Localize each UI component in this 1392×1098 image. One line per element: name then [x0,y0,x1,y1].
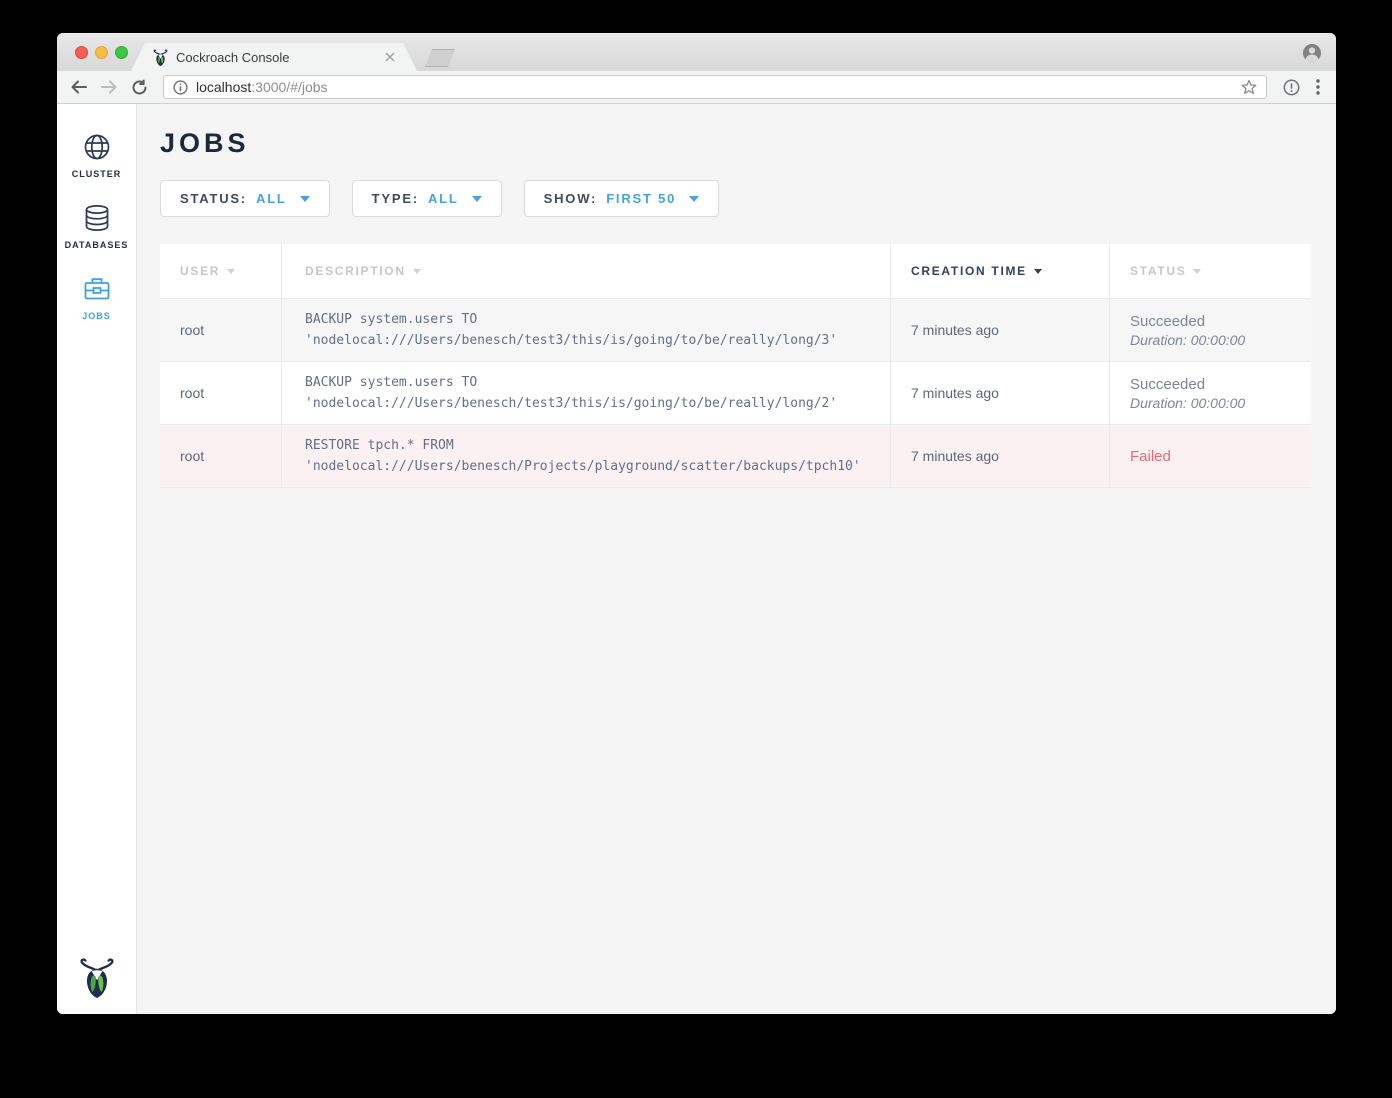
cell-creation-time: 7 minutes ago [891,425,1110,487]
browser-toolbar: localhost:3000/#/jobs [57,71,1336,104]
browser-window: Cockroach Console loc [57,33,1336,1014]
new-tab-button[interactable] [425,49,455,67]
description-line: 'nodelocal:///Users/benesch/Projects/pla… [305,456,876,477]
cell-creation-time: 7 minutes ago [891,299,1110,361]
chevron-down-icon [300,196,310,202]
extension-alert-icon[interactable] [1283,79,1300,96]
tab-title: Cockroach Console [176,50,385,65]
status-filter-dropdown[interactable]: STATUS: ALL [160,180,330,217]
column-header-status[interactable]: STATUS [1110,244,1311,298]
reload-button[interactable] [129,77,149,97]
type-filter-dropdown[interactable]: TYPE: ALL [352,180,502,217]
filter-value: ALL [428,191,459,206]
forward-button[interactable] [99,77,119,97]
description-line: 'nodelocal:///Users/benesch/test3/this/i… [305,393,876,414]
profile-avatar-icon[interactable] [1302,43,1322,63]
status-text: Succeeded [1130,313,1297,330]
filter-bar: STATUS: ALL TYPE: ALL SHOW: FIRST 50 [160,180,1311,217]
browser-menu-icon[interactable] [1316,79,1320,95]
filter-value: ALL [256,191,287,206]
filter-label: SHOW: [544,191,598,206]
cell-user: root [160,299,282,361]
browser-titlebar: Cockroach Console [57,33,1336,71]
sort-arrow-icon [1034,269,1042,274]
status-text: Succeeded [1130,376,1297,393]
description-line: RESTORE tpch.* FROM [305,435,876,456]
cell-creation-time: 7 minutes ago [891,362,1110,424]
table-row: root RESTORE tpch.* FROM 'nodelocal:///U… [160,425,1311,488]
column-header-label: DESCRIPTION [305,264,406,278]
filter-label: TYPE: [372,191,419,206]
zoom-window-button[interactable] [115,46,128,59]
main-content: JOBS STATUS: ALL TYPE: ALL SHOW: FIRST 5… [137,104,1336,1014]
sort-arrow-icon [1193,269,1201,274]
minimize-window-button[interactable] [95,46,108,59]
cell-description: BACKUP system.users TO 'nodelocal:///Use… [282,362,891,424]
url-text[interactable]: localhost:3000/#/jobs [196,79,1233,95]
column-header-label: USER [180,264,220,278]
description-line: 'nodelocal:///Users/benesch/test3/this/i… [305,330,876,351]
sort-arrow-icon [227,269,235,274]
sidebar-item-label: DATABASES [65,240,129,250]
url-host: localhost [196,79,251,95]
cell-description: BACKUP system.users TO 'nodelocal:///Use… [282,299,891,361]
cell-user: root [160,362,282,424]
browser-tab[interactable]: Cockroach Console [131,43,417,71]
sidebar-item-label: CLUSTER [72,169,122,179]
cell-status: Succeeded Duration: 00:00:00 [1110,362,1311,424]
back-button[interactable] [69,77,89,97]
cell-description: RESTORE tpch.* FROM 'nodelocal:///Users/… [282,425,891,487]
bookmark-star-icon[interactable] [1241,79,1257,95]
filter-value: FIRST 50 [606,191,676,206]
briefcase-icon [82,274,112,304]
sidebar-item-databases[interactable]: DATABASES [57,193,136,264]
column-header-label: STATUS [1130,264,1186,278]
url-path: :3000/#/jobs [251,79,327,95]
page-content: CLUSTER DATABASES [57,104,1336,1014]
chevron-down-icon [472,196,482,202]
toolbar-right [1277,79,1324,96]
filter-label: STATUS: [180,191,247,206]
sidebar-nav: CLUSTER DATABASES [57,104,137,1014]
page-title: JOBS [160,128,1311,159]
globe-icon [82,132,112,162]
table-header-row: USER DESCRIPTION CREATION TIME STATUS [160,244,1311,299]
cell-status: Succeeded Duration: 00:00:00 [1110,299,1311,361]
sidebar-item-jobs[interactable]: JOBS [57,264,136,335]
description-line: BACKUP system.users TO [305,372,876,393]
status-text: Failed [1130,448,1297,465]
window-controls [75,46,128,59]
url-bar[interactable]: localhost:3000/#/jobs [163,75,1267,99]
column-header-user[interactable]: USER [160,244,282,298]
cell-user: root [160,425,282,487]
sidebar-item-cluster[interactable]: CLUSTER [57,122,136,193]
column-header-label: CREATION TIME [911,264,1027,278]
cockroach-logo-icon [79,957,115,998]
status-duration: Duration: 00:00:00 [1130,332,1297,348]
column-header-description[interactable]: DESCRIPTION [282,244,891,298]
table-row: root BACKUP system.users TO 'nodelocal:/… [160,362,1311,425]
sidebar-item-label: JOBS [82,311,111,321]
database-icon [82,203,112,233]
jobs-table: USER DESCRIPTION CREATION TIME STATUS ro… [160,244,1311,488]
chevron-down-icon [689,196,699,202]
show-filter-dropdown[interactable]: SHOW: FIRST 50 [524,180,720,217]
page-info-icon[interactable] [173,80,188,95]
table-row: root BACKUP system.users TO 'nodelocal:/… [160,299,1311,362]
cell-status: Failed [1110,425,1311,487]
description-line: BACKUP system.users TO [305,309,876,330]
close-window-button[interactable] [75,46,88,59]
cockroach-favicon-icon [153,49,168,66]
sort-arrow-icon [413,269,421,274]
column-header-creation-time[interactable]: CREATION TIME [891,244,1110,298]
status-duration: Duration: 00:00:00 [1130,395,1297,411]
tab-close-icon[interactable] [385,52,395,62]
